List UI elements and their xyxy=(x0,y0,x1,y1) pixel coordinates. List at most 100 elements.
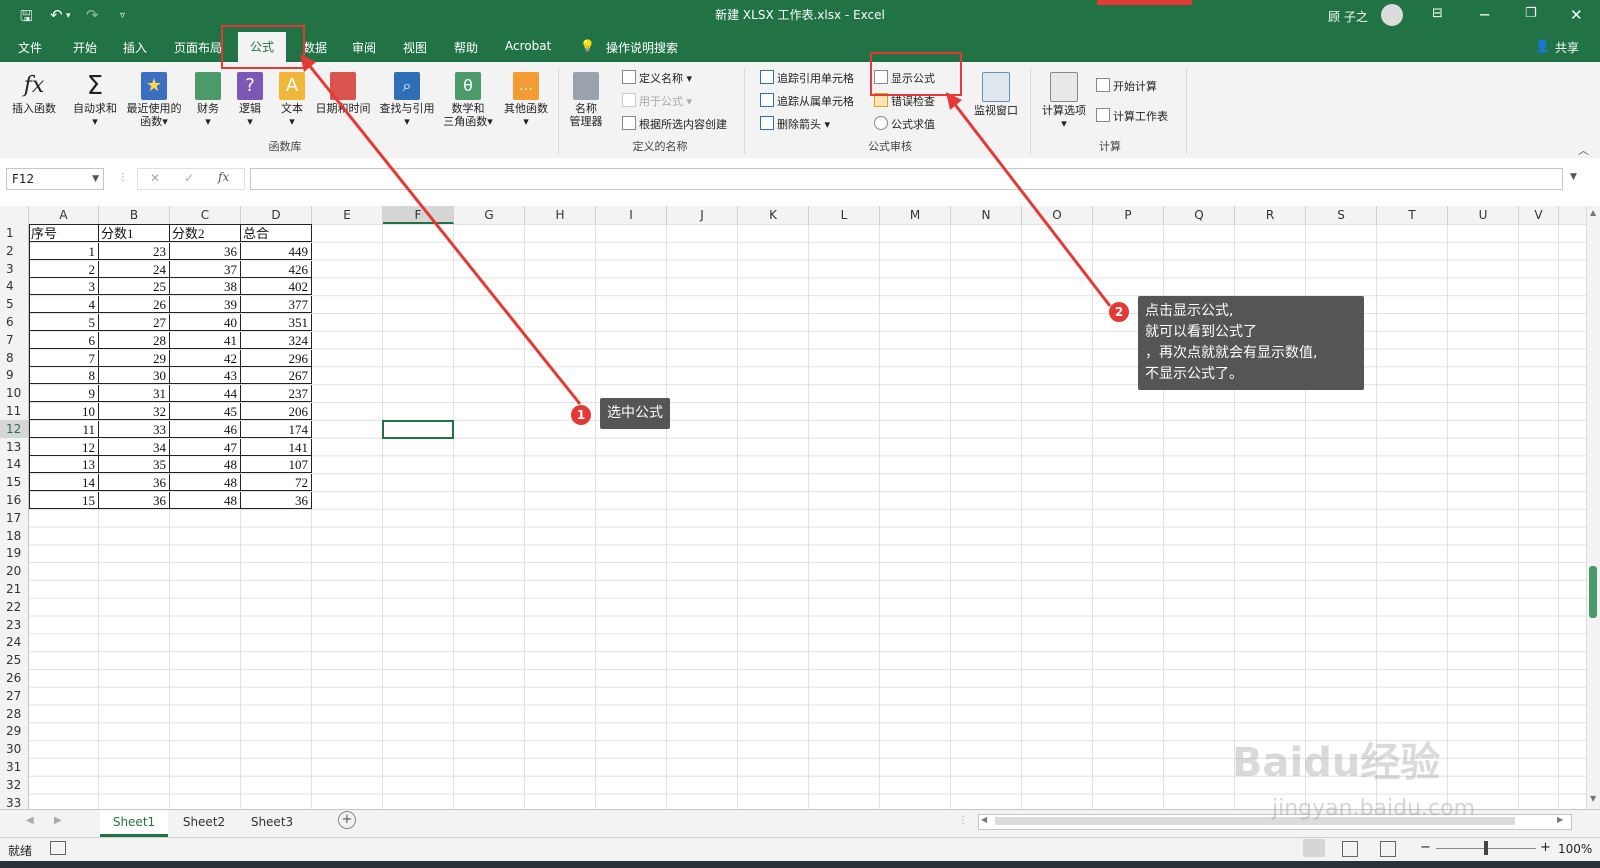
tab-data[interactable]: 数据 xyxy=(303,39,327,56)
row-header-4[interactable]: 4 xyxy=(0,277,28,295)
cell[interactable]: 6 xyxy=(29,331,99,349)
cell[interactable]: 44 xyxy=(170,385,241,403)
cell[interactable]: 14 xyxy=(29,474,99,492)
row-header-11[interactable]: 11 xyxy=(0,402,28,420)
calculate-sheet-button[interactable]: 计算工作表 xyxy=(1096,108,1168,124)
cell[interactable]: 9 xyxy=(29,385,99,403)
cell[interactable]: 13 xyxy=(29,456,99,474)
formula-input[interactable] xyxy=(250,168,1563,190)
formula-bar-grip-icon[interactable]: ⋮ xyxy=(118,172,128,183)
row-header-31[interactable]: 31 xyxy=(0,758,28,776)
cell[interactable]: 序号 xyxy=(29,225,99,242)
cell[interactable]: 11 xyxy=(29,420,99,438)
cell[interactable]: 29 xyxy=(99,349,170,367)
avatar[interactable] xyxy=(1381,4,1403,26)
more-functions-button[interactable]: … 其他函数 ▾ xyxy=(500,72,552,128)
watch-window-button[interactable]: 监视窗口 xyxy=(968,72,1024,117)
cell[interactable]: 426 xyxy=(241,260,312,278)
share-button[interactable]: 共享 xyxy=(1555,39,1579,56)
cell[interactable]: 377 xyxy=(241,296,312,314)
cell[interactable]: 5 xyxy=(29,314,99,331)
cell[interactable]: 23 xyxy=(99,242,170,260)
next-sheet-icon[interactable]: ▶ xyxy=(54,815,62,826)
macro-record-icon[interactable] xyxy=(50,841,66,855)
cell[interactable]: 34 xyxy=(99,438,170,456)
cell[interactable]: 27 xyxy=(99,314,170,331)
row-header-10[interactable]: 10 xyxy=(0,384,28,402)
cell[interactable]: 总合 xyxy=(241,225,312,242)
row-header-2[interactable]: 2 xyxy=(0,242,28,260)
row-header-7[interactable]: 7 xyxy=(0,331,28,349)
cell[interactable]: 1 xyxy=(29,242,99,260)
column-header-t[interactable]: T xyxy=(1377,206,1448,224)
cell[interactable]: 31 xyxy=(99,385,170,403)
scroll-left-icon[interactable]: ◀ xyxy=(981,815,987,824)
cell[interactable]: 37 xyxy=(170,260,241,278)
name-box-dropdown-icon[interactable]: ▼ xyxy=(92,169,99,189)
row-header-8[interactable]: 8 xyxy=(0,349,28,367)
cell[interactable]: 174 xyxy=(241,420,312,438)
user-name[interactable]: 顾 子之 xyxy=(1328,8,1368,25)
recently-used-button[interactable]: ★ 最近使用的 函数▾ xyxy=(123,72,185,128)
logical-button[interactable]: ? 逻辑 ▾ xyxy=(232,72,268,128)
cell[interactable]: 36 xyxy=(99,492,170,509)
row-header-12[interactable]: 12 xyxy=(0,419,28,438)
cell[interactable]: 分数2 xyxy=(170,225,241,242)
add-sheet-icon[interactable]: + xyxy=(338,811,356,829)
lookup-reference-button[interactable]: ⌕ 查找与引用 ▾ xyxy=(376,72,438,128)
cell[interactable]: 28 xyxy=(99,331,170,349)
cell[interactable]: 33 xyxy=(99,420,170,438)
name-box[interactable]: F12 ▼ xyxy=(6,168,104,190)
row-header-27[interactable]: 27 xyxy=(0,687,28,705)
collapse-ribbon-icon[interactable]: ︿ xyxy=(1578,142,1589,158)
row-header-14[interactable]: 14 xyxy=(0,455,28,473)
trace-dependents-button[interactable]: 追踪从属单元格 xyxy=(760,93,854,109)
selected-cell[interactable] xyxy=(382,419,454,439)
tab-split-grip-icon[interactable]: ⋮ xyxy=(958,815,968,826)
close-icon[interactable]: ✕ xyxy=(1570,6,1583,24)
column-header-s[interactable]: S xyxy=(1306,206,1377,224)
cell[interactable]: 449 xyxy=(241,242,312,260)
row-header-28[interactable]: 28 xyxy=(0,705,28,723)
cell[interactable]: 36 xyxy=(241,492,312,509)
cell[interactable]: 267 xyxy=(241,367,312,385)
column-header-o[interactable]: O xyxy=(1022,206,1093,224)
row-header-26[interactable]: 26 xyxy=(0,669,28,687)
financial-button[interactable]: 财务 ▾ xyxy=(190,72,226,128)
column-header-a[interactable]: A xyxy=(29,206,99,224)
trace-precedents-button[interactable]: 追踪引用单元格 xyxy=(760,70,854,86)
cell[interactable]: 43 xyxy=(170,367,241,385)
cell[interactable]: 72 xyxy=(241,474,312,492)
column-header-l[interactable]: L xyxy=(809,206,880,224)
row-header-30[interactable]: 30 xyxy=(0,740,28,758)
create-from-selection-button[interactable]: 根据所选内容创建 xyxy=(622,116,727,132)
restore-icon[interactable]: ❐ xyxy=(1525,6,1537,21)
text-button[interactable]: A 文本 ▾ xyxy=(274,72,310,128)
enter-icon[interactable]: ✓ xyxy=(184,171,194,185)
name-manager-button[interactable]: 名称 管理器 xyxy=(566,72,606,128)
cell[interactable]: 46 xyxy=(170,420,241,438)
normal-view-icon[interactable] xyxy=(1303,839,1325,857)
column-header-h[interactable]: H xyxy=(525,206,596,224)
row-header-13[interactable]: 13 xyxy=(0,438,28,456)
remove-arrows-button[interactable]: 删除箭头 ▾ xyxy=(760,116,830,132)
row-header-1[interactable]: 1 xyxy=(0,224,28,242)
row-header-23[interactable]: 23 xyxy=(0,616,28,634)
row-header-3[interactable]: 3 xyxy=(0,260,28,278)
column-header-k[interactable]: K xyxy=(738,206,809,224)
column-header-j[interactable]: J xyxy=(667,206,738,224)
row-header-17[interactable]: 17 xyxy=(0,509,28,527)
autosum-button[interactable]: Σ 自动求和 ▾ xyxy=(70,72,120,128)
row-header-22[interactable]: 22 xyxy=(0,598,28,616)
row-header-18[interactable]: 18 xyxy=(0,527,28,545)
column-header-m[interactable]: M xyxy=(880,206,951,224)
column-header-e[interactable]: E xyxy=(312,206,383,224)
row-header-9[interactable]: 9 xyxy=(0,366,28,384)
column-header-d[interactable]: D xyxy=(241,206,312,224)
cell[interactable]: 3 xyxy=(29,278,99,296)
cell[interactable]: 237 xyxy=(241,385,312,403)
define-name-button[interactable]: 定义名称 ▾ xyxy=(622,70,692,86)
column-header-i[interactable]: I xyxy=(596,206,667,224)
math-trig-button[interactable]: θ 数学和 三角函数▾ xyxy=(440,72,496,128)
cell[interactable]: 36 xyxy=(99,474,170,492)
